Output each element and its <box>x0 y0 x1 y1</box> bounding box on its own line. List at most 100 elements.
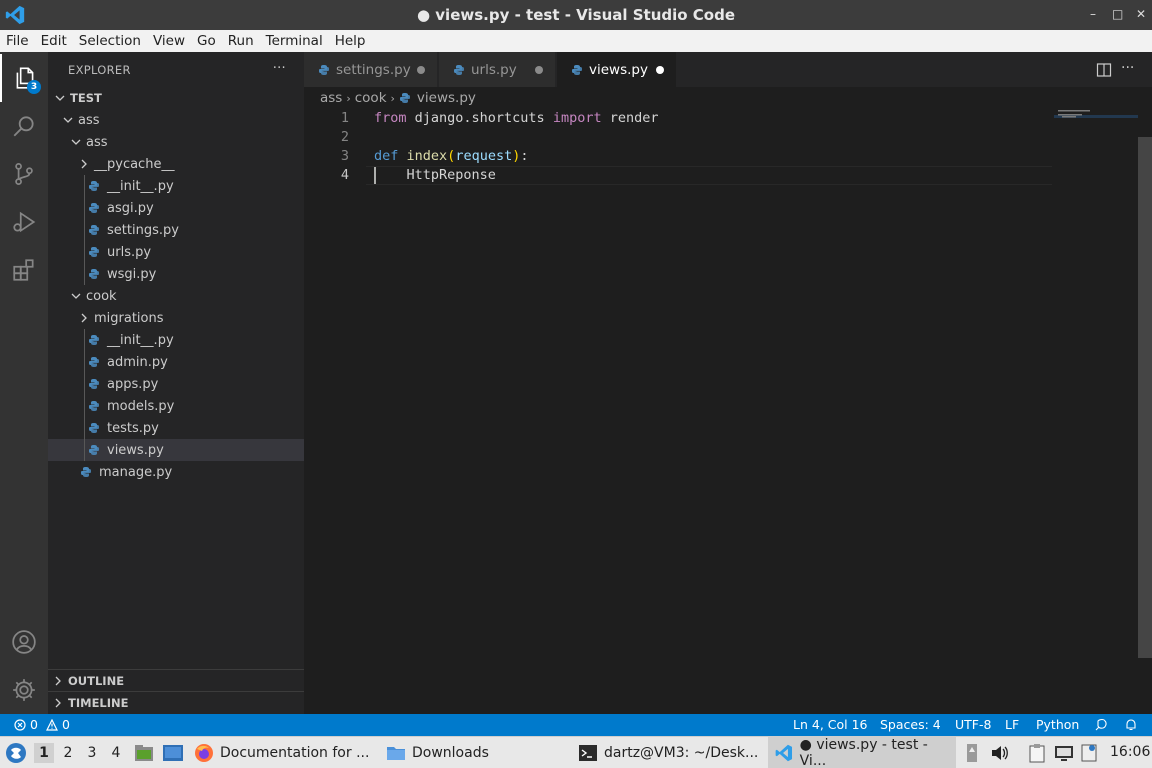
accounts-activity-button[interactable] <box>0 618 48 666</box>
taskbar-app-terminal[interactable]: dartz@VM3: ~/Desk... <box>578 737 760 768</box>
taskbar-app-firefox[interactable]: Documentation for ... <box>194 737 376 768</box>
minimap[interactable] <box>1054 109 1138 714</box>
tree-root-section[interactable]: TEST <box>48 87 304 109</box>
tree-file-item[interactable]: settings.py <box>48 219 304 241</box>
code-editor[interactable]: 1 from django.shortcuts import render 2 … <box>304 109 1152 714</box>
indentation[interactable]: Spaces: 4 <box>880 717 941 732</box>
text-cursor <box>374 167 376 184</box>
python-file-icon <box>89 357 99 367</box>
code-line[interactable]: 2 <box>304 128 1054 147</box>
outline-section[interactable]: OUTLINE <box>48 669 304 691</box>
taskbar-app-label: Documentation for ... <box>220 745 370 761</box>
problems-indicator[interactable]: 0 0 <box>14 717 70 732</box>
python-file-icon <box>89 445 99 455</box>
code-text: HttpReponse <box>374 167 496 183</box>
tree-file-item[interactable]: urls.py <box>48 241 304 263</box>
title-bar: ● views.py - test - Visual Studio Code –… <box>0 0 1152 30</box>
feedback-icon[interactable] <box>1094 718 1108 732</box>
unsaved-dot-icon[interactable] <box>535 65 543 74</box>
keyword-def: def <box>374 148 399 164</box>
explorer-activity-button[interactable]: 3 <box>0 54 48 102</box>
code-line[interactable]: 4 HttpReponse <box>304 166 1054 185</box>
menu-help[interactable]: Help <box>335 33 366 49</box>
cursor-position[interactable]: Ln 4, Col 16 <box>793 717 868 732</box>
explorer-more-icon[interactable]: ··· <box>273 61 286 76</box>
tree-file-item[interactable]: asgi.py <box>48 197 304 219</box>
source-control-activity-button[interactable] <box>0 150 48 198</box>
code-line[interactable]: 1 from django.shortcuts import render <box>304 109 1054 128</box>
workspace-4[interactable]: 4 <box>106 743 126 763</box>
manage-activity-button[interactable] <box>0 666 48 714</box>
tree-folder-item[interactable]: __pycache__ <box>48 153 304 175</box>
timeline-section[interactable]: TIMELINE <box>48 691 304 713</box>
breadcrumb: ass › cook › views.py <box>304 87 1152 109</box>
tab-urls-py[interactable]: urls.py <box>439 52 556 87</box>
menu-file[interactable]: File <box>6 33 29 49</box>
workspace-1[interactable]: 1 <box>34 743 54 763</box>
tree-file-item[interactable]: apps.py <box>48 373 304 395</box>
taskbar-app-vscode[interactable]: ● views.py - test - Vi... <box>768 737 956 768</box>
language-mode[interactable]: Python <box>1036 717 1079 732</box>
indent-guide <box>84 329 85 461</box>
menu-selection[interactable]: Selection <box>79 33 141 49</box>
menu-view[interactable]: View <box>153 33 185 49</box>
keyword-import: import <box>552 110 602 126</box>
tree-file-item[interactable]: tests.py <box>48 417 304 439</box>
file-manager-launcher-icon[interactable] <box>134 744 154 762</box>
tree-file-item[interactable]: manage.py <box>48 461 304 483</box>
chevron-right-icon: › <box>390 91 395 105</box>
unsaved-dot-icon[interactable] <box>656 65 664 74</box>
tree-file-item[interactable]: __init__.py <box>48 329 304 351</box>
start-menu-icon[interactable] <box>5 742 27 764</box>
tree-item-label: admin.py <box>107 354 168 370</box>
tree-folder-item[interactable]: ass <box>48 131 304 153</box>
tree-folder-item[interactable]: cook <box>48 285 304 307</box>
tree-file-item[interactable]: models.py <box>48 395 304 417</box>
clipboard-icon[interactable] <box>1028 743 1046 763</box>
menu-go[interactable]: Go <box>197 33 216 49</box>
maximize-button[interactable]: □ <box>1112 4 1123 24</box>
taskbar-app-downloads[interactable]: Downloads <box>386 737 566 768</box>
notification-icon[interactable] <box>1080 743 1098 763</box>
workspace-2[interactable]: 2 <box>58 743 78 763</box>
extensions-activity-button[interactable] <box>0 246 48 294</box>
vertical-scrollbar[interactable] <box>1138 109 1152 714</box>
status-bar: 0 0 Ln 4, Col 16 Spaces: 4 UTF-8 LF Pyth… <box>0 714 1152 736</box>
tree-folder-item[interactable]: ass <box>48 109 304 131</box>
split-editor-icon[interactable] <box>1096 62 1112 78</box>
tree-file-item[interactable]: views.py <box>48 439 304 461</box>
tab-settings-py[interactable]: settings.py <box>304 52 438 87</box>
code-line[interactable]: 3 def index(request): <box>304 147 1054 166</box>
tree-folder-item[interactable]: migrations <box>48 307 304 329</box>
search-activity-button[interactable] <box>0 102 48 150</box>
more-actions-icon[interactable]: ··· <box>1121 60 1134 76</box>
breadcrumb-file[interactable]: views.py <box>417 90 476 106</box>
run-debug-activity-button[interactable] <box>0 198 48 246</box>
bell-icon[interactable] <box>1124 718 1138 732</box>
usb-drive-icon[interactable] <box>964 743 980 763</box>
breadcrumb-folder-cook[interactable]: cook <box>355 90 387 106</box>
end-of-line[interactable]: LF <box>1005 717 1019 732</box>
unsaved-dot-icon[interactable] <box>417 65 425 74</box>
network-icon[interactable] <box>1054 744 1074 762</box>
menu-run[interactable]: Run <box>228 33 254 49</box>
breadcrumb-folder-ass[interactable]: ass <box>320 90 342 106</box>
volume-icon[interactable] <box>990 744 1010 762</box>
menu-terminal[interactable]: Terminal <box>266 33 323 49</box>
explorer-sidebar: EXPLORER ··· TEST ass ass __pycache__ __init… <box>48 52 304 714</box>
clock[interactable]: 16:06 <box>1110 744 1150 760</box>
minimize-button[interactable]: – <box>1088 4 1098 24</box>
encoding[interactable]: UTF-8 <box>955 717 991 732</box>
taskbar-app-label: Downloads <box>412 745 489 761</box>
tree-file-item[interactable]: wsgi.py <box>48 263 304 285</box>
tree-file-item[interactable]: admin.py <box>48 351 304 373</box>
workspace-3[interactable]: 3 <box>82 743 102 763</box>
tab-views-py[interactable]: views.py <box>557 52 677 87</box>
menu-edit[interactable]: Edit <box>41 33 67 49</box>
close-button[interactable]: ✕ <box>1136 4 1146 24</box>
outline-label: OUTLINE <box>68 673 125 688</box>
scrollbar-thumb[interactable] <box>1138 137 1152 658</box>
desktop-launcher-icon[interactable] <box>162 744 184 762</box>
tree-file-item[interactable]: __init__.py <box>48 175 304 197</box>
module-name: django.shortcuts <box>406 110 553 126</box>
